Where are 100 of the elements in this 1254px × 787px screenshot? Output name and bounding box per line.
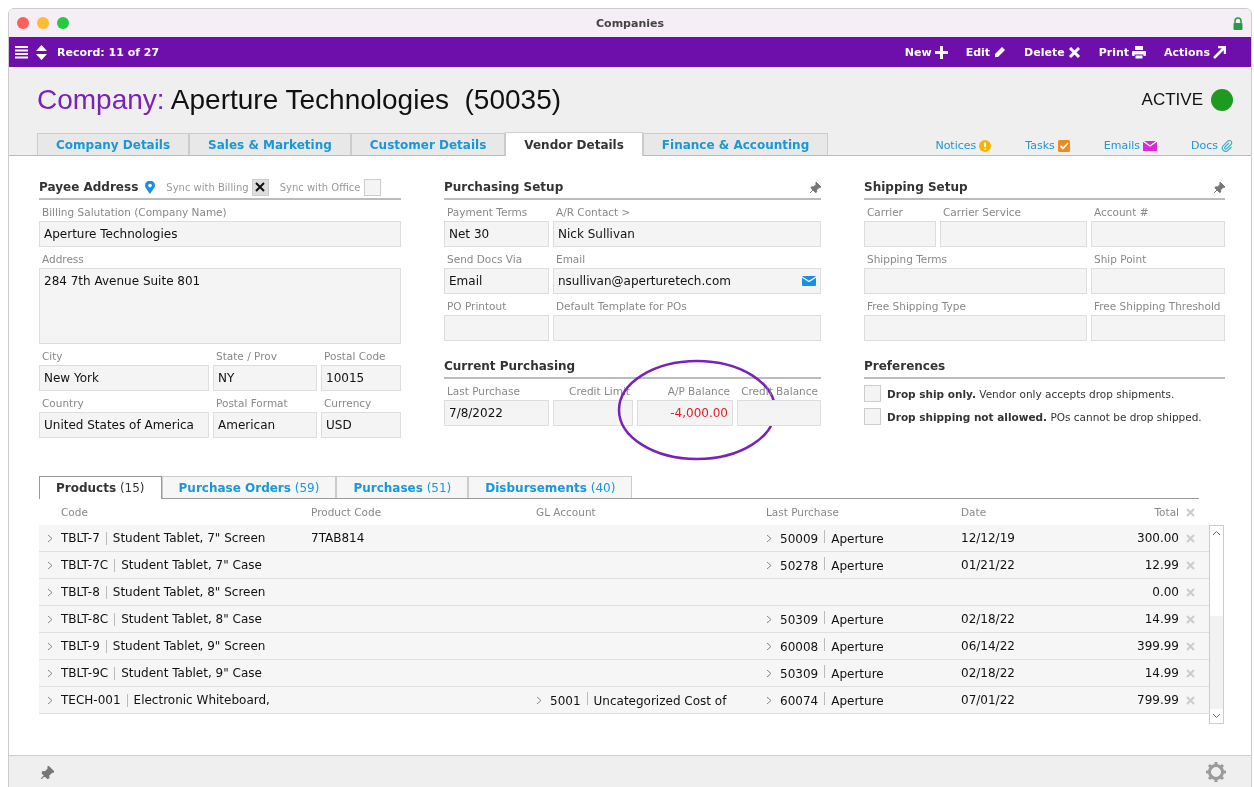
delete-icon[interactable] (1185, 641, 1195, 651)
menu-icon[interactable] (15, 45, 28, 59)
input-field[interactable]: Net 30 (444, 221, 549, 247)
input-field[interactable] (1091, 315, 1225, 341)
table-cell-text: TBLT-8 Student Tablet, 8" Screen (61, 585, 267, 599)
scroll-up-icon[interactable] (1212, 530, 1221, 536)
table-cell-text: TBLT-7C Student Tablet, 7" Case (61, 558, 263, 572)
table-cell-text: TBLT-8C Student Tablet, 8" Case (61, 612, 263, 626)
field-label: Ship Point (1093, 252, 1148, 267)
toolbar-button[interactable]: Delete (1019, 45, 1086, 59)
input-field[interactable] (940, 221, 1087, 247)
checkmark-icon (1057, 139, 1070, 152)
checkbox[interactable] (864, 408, 881, 425)
delete-icon[interactable] (1185, 587, 1195, 597)
section-title: Current Purchasing (444, 359, 576, 373)
input-field[interactable]: 284 7th Avenue Suite 801 (39, 268, 401, 344)
location-pin-icon (145, 180, 156, 194)
input-field[interactable] (864, 315, 1087, 341)
table-cell-text: 399.99 (1136, 639, 1179, 653)
chevron-icon[interactable] (536, 695, 542, 705)
checkbox[interactable] (864, 385, 881, 402)
chevron-icon[interactable] (47, 695, 53, 705)
chevron-icon[interactable] (766, 533, 772, 543)
chevron-icon[interactable] (47, 533, 53, 543)
chevron-icon[interactable] (47, 560, 53, 570)
envelope-icon[interactable] (802, 276, 816, 286)
input-field[interactable] (864, 221, 936, 247)
input-field[interactable]: 10015 (321, 365, 401, 391)
record-counter: Record: 11 of 27 (57, 45, 160, 59)
field-label: Payment Terms (446, 205, 529, 220)
close-button[interactable] (17, 17, 29, 29)
chevron-icon[interactable] (47, 641, 53, 651)
status-dot (1211, 89, 1233, 111)
exclamation-icon (979, 139, 992, 152)
table-cell-text: 02/18/22 (961, 666, 1016, 680)
input-field[interactable] (864, 268, 1087, 294)
input-field[interactable] (1091, 268, 1225, 294)
pin-icon[interactable] (1214, 181, 1225, 193)
pin-icon[interactable] (41, 765, 54, 779)
table-cell-text: 14.99 (1143, 612, 1179, 626)
chevron-icon[interactable] (766, 668, 772, 678)
pin-icon[interactable] (810, 181, 821, 193)
tab[interactable]: Products (15) (39, 476, 162, 499)
scroll-down-icon[interactable] (1212, 713, 1221, 719)
toolbar-button[interactable]: Actions (1159, 45, 1231, 59)
table-cell-text: 14.99 (1143, 666, 1179, 680)
status-label: ACTIVE (1141, 90, 1203, 110)
scrollbar[interactable] (1209, 525, 1224, 724)
toolbar-button[interactable]: Print (1093, 45, 1151, 59)
delete-icon[interactable] (1185, 533, 1195, 543)
chevron-icon[interactable] (766, 695, 772, 705)
field-label: Last Purchase (446, 384, 521, 399)
printer-icon (1132, 45, 1146, 59)
input-field[interactable]: 7/8/2022 (444, 400, 549, 426)
delete-icon[interactable] (1185, 668, 1195, 678)
chevron-icon[interactable] (47, 614, 53, 624)
paperclip-icon (1221, 139, 1233, 152)
field-label: Free Shipping Type (866, 299, 967, 314)
toolbar-button[interactable]: Edit (960, 45, 1012, 59)
zoom-button[interactable] (57, 17, 69, 29)
input-field[interactable] (1091, 221, 1225, 247)
up-down-arrows-icon[interactable] (36, 44, 47, 60)
input-field[interactable]: NY (213, 365, 317, 391)
input-field[interactable] (553, 400, 633, 426)
input-field[interactable] (553, 315, 821, 341)
field-label: Free Shipping Threshold (1093, 299, 1222, 314)
delete-icon[interactable] (1185, 614, 1195, 624)
input-field[interactable] (444, 315, 549, 341)
checkbox[interactable] (251, 178, 269, 196)
delete-icon[interactable] (1185, 695, 1195, 705)
field-label: City (41, 349, 64, 364)
checkbox[interactable] (363, 178, 381, 196)
table-cell: 50309 Aperture (780, 665, 884, 681)
chevron-icon[interactable] (47, 668, 53, 678)
input-field[interactable]: -4,000.00 (637, 400, 733, 426)
plus-icon (934, 45, 948, 59)
chevron-icon[interactable] (766, 641, 772, 651)
input-field[interactable]: nsullivan@aperturetech.com (553, 268, 821, 294)
field-label: A/R Contact > (555, 205, 632, 220)
input-field[interactable]: New York (39, 365, 209, 391)
input-field[interactable] (737, 400, 821, 426)
input-field[interactable]: Aperture Technologies (39, 221, 401, 247)
input-field[interactable]: USD (321, 412, 401, 438)
input-field[interactable]: Nick Sullivan (553, 221, 821, 247)
column-header: Total (1153, 506, 1179, 518)
tab[interactable]: Vendor Details (505, 132, 643, 156)
table-cell-text: 300.00 (1136, 531, 1179, 545)
input-field[interactable]: United States of America (39, 412, 209, 438)
settings-icon[interactable] (1206, 762, 1226, 782)
lock-icon (1233, 16, 1243, 30)
delete-icon[interactable] (1185, 560, 1195, 570)
field-label: Postal Code (323, 349, 387, 364)
chevron-icon[interactable] (766, 614, 772, 624)
chevron-icon[interactable] (766, 560, 772, 570)
minimize-button[interactable] (37, 17, 49, 29)
input-field[interactable]: Email (444, 268, 549, 294)
input-field[interactable]: American (213, 412, 317, 438)
delete-icon[interactable] (1185, 507, 1195, 517)
chevron-icon[interactable] (47, 587, 53, 597)
toolbar-button[interactable]: New (899, 45, 953, 59)
